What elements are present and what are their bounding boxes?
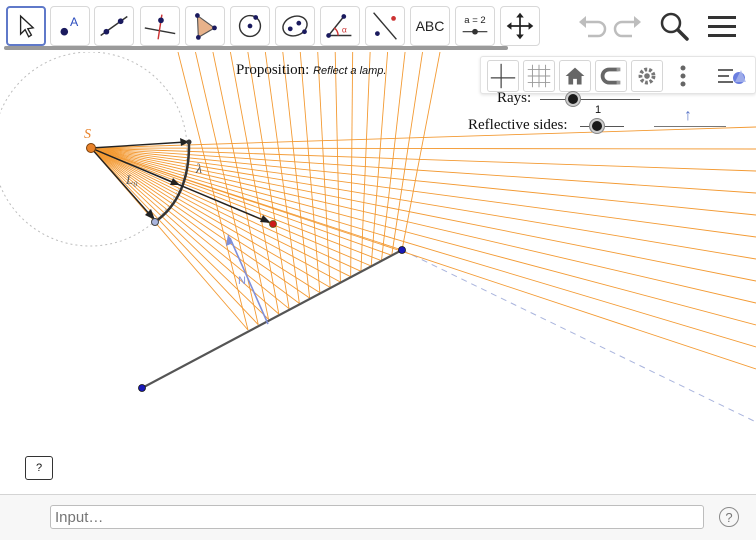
- reflective-sides-slider-knob[interactable]: [590, 119, 604, 133]
- reflect-tool[interactable]: [365, 6, 405, 46]
- toolbar-divider: [4, 46, 508, 50]
- input-field[interactable]: [50, 505, 704, 529]
- ray-right: [90, 147, 756, 260]
- cursor-arrow-icon: [19, 14, 35, 38]
- move-graphics-view-icon: [506, 12, 534, 40]
- toolbar: A α ABC a = 2: [0, 0, 756, 52]
- redo-icon[interactable]: [610, 8, 646, 44]
- more-vertical-icon: [680, 65, 686, 87]
- more-options-button[interactable]: [667, 60, 699, 92]
- text-icon: ABC: [415, 18, 445, 34]
- ray-right: [90, 147, 756, 304]
- arrow-input-underline: [654, 126, 726, 127]
- point-capturing-button[interactable]: [595, 60, 627, 92]
- segment-endpoint-lower[interactable]: [138, 384, 146, 392]
- segment-endpoint-upper[interactable]: [398, 246, 406, 254]
- graphics-style-bar: [480, 56, 756, 94]
- point-A-icon: A: [60, 15, 79, 36]
- label-S: S: [84, 127, 91, 142]
- construction-canvas[interactable]: S L₀ λ N: [0, 52, 756, 494]
- text-tool[interactable]: ABC: [410, 6, 450, 46]
- mirror-extension-line: [401, 249, 756, 423]
- conic-tool[interactable]: [275, 6, 315, 46]
- ellipse-icon: [282, 15, 308, 37]
- reflective-side-segment: [141, 249, 403, 389]
- axes-icon: [490, 63, 516, 89]
- reflect-about-line-icon: [373, 12, 397, 40]
- slider-icon-label: a = 2: [464, 15, 485, 26]
- home-view-button[interactable]: [559, 60, 591, 92]
- incident-ray: [90, 147, 269, 320]
- axes-toggle-button[interactable]: [487, 60, 519, 92]
- home-icon: [565, 67, 585, 85]
- incident-ray: [90, 147, 290, 310]
- incident-ray: [90, 147, 341, 283]
- magnet-icon: [600, 67, 621, 85]
- move-tool[interactable]: [6, 6, 46, 46]
- polygon-icon: [195, 13, 217, 40]
- line-tool[interactable]: [94, 6, 134, 46]
- style-bar-toggle-icon: [718, 69, 746, 84]
- grid-icon: [527, 64, 551, 88]
- input-help-icon[interactable]: ?: [719, 507, 739, 527]
- algebra-input-bar: ?: [0, 494, 756, 540]
- proposition-label: Proposition:: [236, 62, 310, 78]
- ray-right: [90, 126, 756, 149]
- slider-tool[interactable]: a = 2: [455, 6, 495, 46]
- vector-main-arrowhead: [260, 215, 271, 223]
- proposition-text: Proposition: Reflect a lamp.: [236, 62, 386, 79]
- direction-point[interactable]: [269, 220, 277, 228]
- reflected-ray-up: [334, 52, 341, 283]
- search-icon[interactable]: [656, 8, 692, 44]
- svg-text:α: α: [342, 25, 347, 35]
- gear-icon: [638, 67, 656, 85]
- angle-tool[interactable]: α: [320, 6, 360, 46]
- incident-ray: [90, 147, 392, 256]
- ray-right: [90, 147, 756, 150]
- reflective-sides-value: 1: [595, 104, 602, 116]
- incident-ray: [90, 147, 259, 325]
- circle-center-point-icon: [238, 14, 262, 38]
- settings-button[interactable]: [631, 60, 663, 92]
- incident-ray: [90, 147, 351, 278]
- arc-endpoint-upper: [186, 139, 192, 145]
- menu-icon[interactable]: [704, 8, 740, 44]
- angle-icon: α: [326, 14, 352, 38]
- move-graphics-tool[interactable]: [500, 6, 540, 46]
- proposition-value: Reflect a lamp.: [313, 65, 387, 77]
- ray-bundle: [90, 52, 756, 370]
- reflected-ray-up: [350, 52, 354, 277]
- rays-slider-knob[interactable]: [566, 92, 580, 106]
- label-L0: L₀: [125, 172, 138, 187]
- source-point-S[interactable]: [86, 143, 96, 153]
- ray-right: [90, 147, 756, 238]
- point-tool[interactable]: A: [50, 6, 90, 46]
- perpendicular-line-tool[interactable]: [140, 6, 180, 46]
- style-bar-toggle-button[interactable]: [715, 60, 747, 92]
- arrow-up-icon[interactable]: ↑: [684, 107, 692, 125]
- arc-endpoint-lower[interactable]: [151, 218, 159, 226]
- circle-tool[interactable]: [230, 6, 270, 46]
- reflected-ray-up: [177, 52, 249, 331]
- polygon-tool[interactable]: [185, 6, 225, 46]
- undo-icon[interactable]: [574, 8, 610, 44]
- ray-right: [90, 147, 756, 348]
- label-N: N: [238, 275, 246, 287]
- help-button[interactable]: ?: [25, 456, 53, 480]
- perpendicular-line-icon: [144, 14, 176, 40]
- grid-toggle-button[interactable]: [523, 60, 555, 92]
- label-lambda: λ: [195, 162, 202, 177]
- reflected-ray-up: [282, 52, 311, 299]
- svg-text:A: A: [70, 15, 79, 29]
- line-through-points-icon: [100, 15, 128, 37]
- reflective-sides-label: Reflective sides:: [468, 117, 568, 133]
- rays-slider-track[interactable]: [540, 99, 640, 100]
- rays-slider-label: Rays:: [497, 90, 532, 106]
- graphics-view[interactable]: S L₀ λ N Proposition: Reflect a lamp. Ra…: [0, 52, 756, 494]
- slider-icon: a = 2: [462, 15, 488, 35]
- incident-ray: [90, 147, 321, 294]
